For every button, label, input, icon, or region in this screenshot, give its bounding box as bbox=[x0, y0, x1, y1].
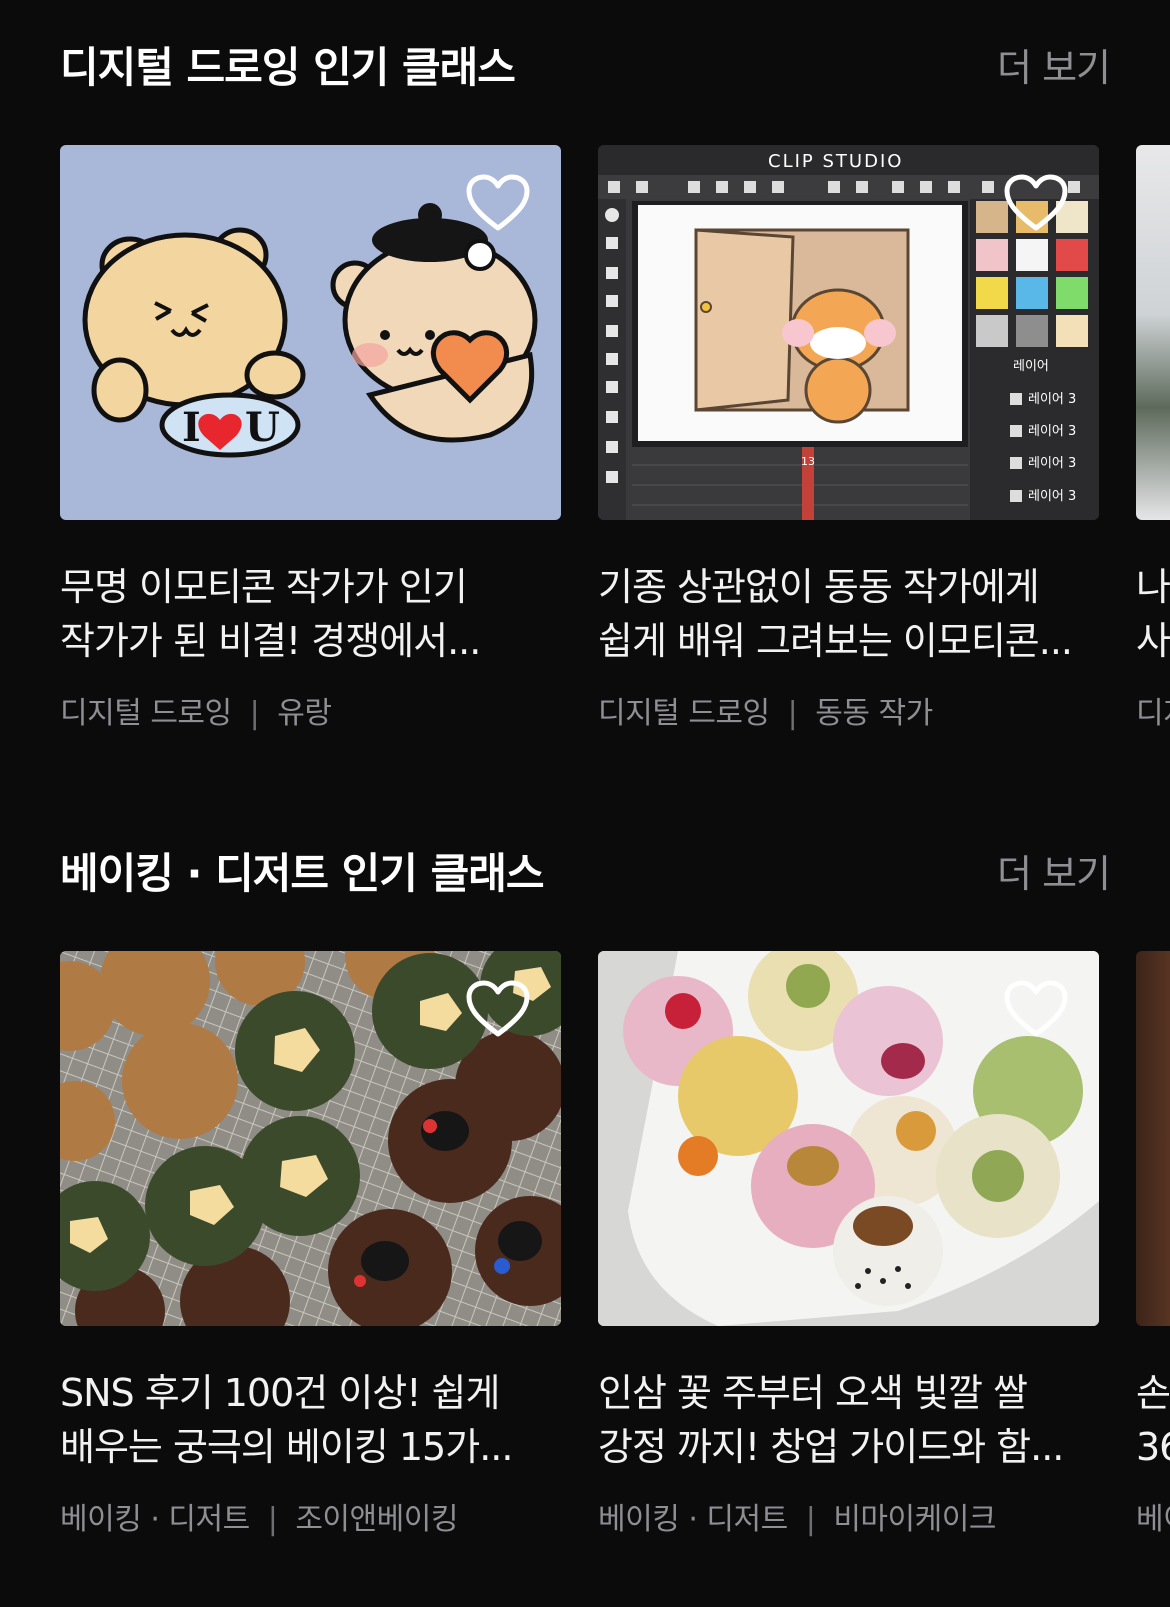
class-title: 무명 이모티콘 작가가 인기 작가가 된 비결! 경쟁에서... bbox=[60, 560, 561, 668]
section-title: 디지털 드로잉 인기 클래스 bbox=[60, 43, 516, 92]
class-card[interactable]: SNS 후기 100건 이상! 쉽게 배우는 궁극의 베이킹 15가... 베이… bbox=[60, 951, 561, 1538]
heart-outline-icon[interactable] bbox=[465, 173, 531, 233]
class-title-line: 배우는 궁극의 베이킹 15가... bbox=[60, 1425, 513, 1469]
class-meta: 베이킹 · 디저트 | 비마이케이크 bbox=[598, 1494, 1099, 1538]
app-name: CLIP STUDIO bbox=[768, 151, 903, 172]
class-author: 조이앤베이킹 bbox=[295, 1502, 458, 1537]
layers-panel-header: 레이어 bbox=[1013, 359, 1049, 374]
section-title: 베이킹 · 디저트 인기 클래스 bbox=[60, 849, 544, 898]
class-meta: 디지털 드로잉 | 유랑 bbox=[60, 688, 561, 732]
section-header: 베이킹 · 디저트 인기 클래스 더 보기 bbox=[60, 844, 1111, 904]
heart-outline-icon[interactable] bbox=[465, 979, 531, 1039]
layer-item: 레이어 3 bbox=[1028, 392, 1076, 407]
class-category: 디지 bbox=[1136, 696, 1170, 731]
class-title-line: 쉽게 배워 그려보는 이모티콘... bbox=[598, 619, 1073, 663]
class-card[interactable]: CLIP STUDIO 13 레이어 레이어 3 레이어 3 레이어 3 레이어… bbox=[598, 145, 1099, 732]
class-title-line: 인삼 꽃 주부터 오색 빛깔 쌀 bbox=[598, 1371, 1028, 1415]
class-meta: 베이킹 · 디저트 | 조이앤베이킹 bbox=[60, 1494, 561, 1538]
class-title-line: SNS 후기 100건 이상! 쉽게 bbox=[60, 1371, 500, 1415]
class-card[interactable]: 나 사 디지 bbox=[1136, 145, 1170, 732]
card-carousel[interactable]: SNS 후기 100건 이상! 쉽게 배우는 궁극의 베이킹 15가... 베이… bbox=[60, 951, 1170, 1551]
class-card[interactable]: I U 무명 이모티콘 작가가 인기 작가가 된 비결! 경쟁에서... 디지털… bbox=[60, 145, 561, 732]
meta-divider: | bbox=[805, 1502, 816, 1537]
class-author: 동동 작가 bbox=[815, 696, 933, 731]
class-title: 나 사 bbox=[1136, 560, 1170, 668]
heart-outline-icon[interactable] bbox=[1003, 173, 1069, 233]
meta-divider: | bbox=[787, 696, 798, 731]
section-header: 디지털 드로잉 인기 클래스 더 보기 bbox=[60, 38, 1111, 98]
card-carousel[interactable]: I U 무명 이모티콘 작가가 인기 작가가 된 비결! 경쟁에서... 디지털… bbox=[60, 145, 1170, 745]
class-thumbnail[interactable]: CLIP STUDIO 13 레이어 레이어 3 레이어 3 레이어 3 레이어… bbox=[598, 145, 1099, 520]
class-category: 베이 bbox=[1136, 1502, 1170, 1537]
class-title-line: 36 bbox=[1136, 1425, 1170, 1469]
class-card[interactable]: 손 36 베이 bbox=[1136, 951, 1170, 1538]
layer-item: 레이어 3 bbox=[1028, 456, 1076, 471]
class-category: 디지털 드로잉 bbox=[598, 696, 770, 731]
class-category: 베이킹 · 디저트 bbox=[598, 1502, 788, 1537]
class-thumbnail[interactable] bbox=[598, 951, 1099, 1326]
class-title: SNS 후기 100건 이상! 쉽게 배우는 궁극의 베이킹 15가... bbox=[60, 1366, 561, 1474]
class-meta: 디지 bbox=[1136, 688, 1170, 732]
class-category: 베이킹 · 디저트 bbox=[60, 1502, 250, 1537]
class-title: 인삼 꽃 주부터 오색 빛깔 쌀 강정 까지! 창업 가이드와 함... bbox=[598, 1366, 1099, 1474]
meta-divider: | bbox=[249, 696, 260, 731]
class-author: 비마이케이크 bbox=[833, 1502, 996, 1537]
class-thumbnail[interactable] bbox=[60, 951, 561, 1326]
frame-number: 13 bbox=[801, 455, 815, 468]
class-title-line: 나 bbox=[1136, 565, 1170, 609]
class-title-line: 작가가 된 비결! 경쟁에서... bbox=[60, 619, 481, 663]
layer-item: 레이어 3 bbox=[1028, 489, 1076, 504]
meta-divider: | bbox=[267, 1502, 278, 1537]
heart-outline-icon[interactable] bbox=[1003, 979, 1069, 1039]
class-title-line: 무명 이모티콘 작가가 인기 bbox=[60, 565, 468, 609]
class-title-line: 기종 상관없이 동동 작가에게 bbox=[598, 565, 1040, 609]
class-thumbnail[interactable]: I U bbox=[60, 145, 561, 520]
class-title: 손 36 bbox=[1136, 1366, 1170, 1474]
see-more-link[interactable]: 더 보기 bbox=[997, 844, 1111, 904]
class-thumbnail[interactable] bbox=[1136, 145, 1170, 520]
class-title: 기종 상관없이 동동 작가에게 쉽게 배워 그려보는 이모티콘... bbox=[598, 560, 1099, 668]
class-title-line: 손 bbox=[1136, 1371, 1170, 1415]
class-thumbnail[interactable] bbox=[1136, 951, 1170, 1326]
class-category: 디지털 드로잉 bbox=[60, 696, 232, 731]
layer-item: 레이어 3 bbox=[1028, 424, 1076, 439]
class-title-line: 사 bbox=[1136, 619, 1170, 663]
class-author: 유랑 bbox=[277, 696, 332, 731]
svg-text:U: U bbox=[245, 404, 280, 451]
class-card[interactable]: 인삼 꽃 주부터 오색 빛깔 쌀 강정 까지! 창업 가이드와 함... 베이킹… bbox=[598, 951, 1099, 1538]
see-more-link[interactable]: 더 보기 bbox=[997, 38, 1111, 98]
class-meta: 베이 bbox=[1136, 1494, 1170, 1538]
sign-text: I bbox=[182, 404, 201, 451]
class-title-line: 강정 까지! 창업 가이드와 함... bbox=[598, 1425, 1064, 1469]
class-meta: 디지털 드로잉 | 동동 작가 bbox=[598, 688, 1099, 732]
